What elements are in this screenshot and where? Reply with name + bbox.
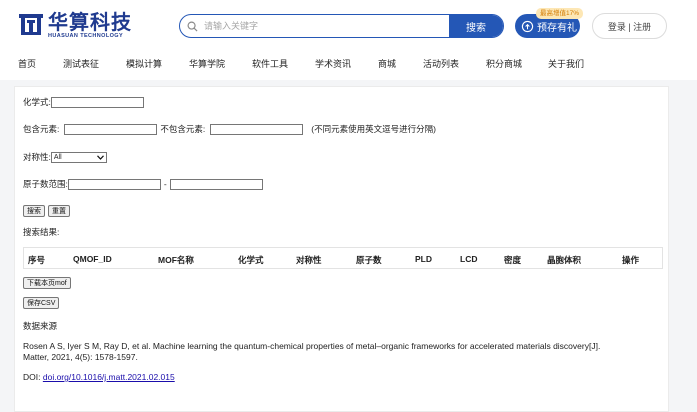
col-header-cell-volume: 晶胞体积 [547,255,582,265]
col-header-mof-name: MOF名称 [158,255,194,265]
search-input[interactable] [204,15,449,37]
results-label: 搜索结果: [23,227,60,237]
elements-row: 包含元素: 不包含元素: (不同元素使用英文逗号进行分隔) [23,123,436,135]
nav-item-points-shop[interactable]: 积分商城 [486,57,522,70]
logo-mark-icon [19,14,43,35]
search-panel: 化学式: 包含元素: 不包含元素: (不同元素使用英文逗号进行分隔) 对称性: … [14,86,669,412]
nav-item-software[interactable]: 软件工具 [252,57,288,70]
formula-row: 化学式: [23,96,144,108]
search-icon [180,15,204,37]
col-header-lcd: LCD [460,254,478,264]
download-page-mof-button[interactable]: 下载本页mof [23,277,71,289]
promo-badge: 最高增值17% [536,8,584,19]
doi-row: DOI: doi.org/10.1016/j.matt.2021.02.015 [23,372,175,383]
col-header-symmetry: 对称性 [296,255,322,265]
nav-item-simulation[interactable]: 模拟计算 [126,57,162,70]
search-bar: 搜索 [179,14,504,38]
form-actions: 搜索 重置 [23,205,70,217]
col-header-pld: PLD [415,254,432,264]
col-header-actions: 操作 [622,255,640,265]
main-nav: 首页 测试表征 模拟计算 华算学院 软件工具 学术资讯 商城 活动列表 积分商城… [0,54,697,74]
nav-item-academy[interactable]: 华算学院 [189,57,225,70]
symmetry-row: 对称性: All [23,151,107,163]
include-elements-input[interactable] [64,123,158,135]
formula-input[interactable] [50,96,144,108]
atom-max-input[interactable] [169,178,263,190]
search-button[interactable]: 搜索 [449,15,503,37]
formula-label: 化学式: [23,97,51,107]
nav-item-about[interactable]: 关于我们 [548,57,584,70]
col-header-qmof-id: QMOF_ID [73,254,112,264]
symmetry-selected-value: All [53,153,62,161]
atom-range-label: 原子数范围: [23,179,68,189]
chevron-down-icon [96,154,104,160]
download-row: 下载本页mof [23,277,71,289]
doi-label: DOI: [23,372,41,382]
element-separator-hint: (不同元素使用英文逗号进行分隔) [311,124,436,134]
atom-range-row: 原子数范围: - [23,178,263,190]
logo-text-en: HUASUAN TECHNOLOGY [48,33,124,39]
nav-item-news[interactable]: 学术资讯 [315,57,351,70]
col-header-density: 密度 [504,255,522,265]
citation-line-2: Matter, 2021, 4(5): 1578-1597. [23,352,138,362]
nav-item-events[interactable]: 活动列表 [423,57,459,70]
col-header-index: 序号 [28,255,46,265]
results-table-header: 序号 QMOF_ID MOF名称 化学式 对称性 原子数 PLD LCD 密度 … [23,247,663,269]
exclude-elements-input[interactable] [210,123,304,135]
doi-link[interactable]: doi.org/10.1016/j.matt.2021.02.015 [43,372,175,382]
save-csv-button[interactable]: 保存CSV [23,297,60,309]
col-header-atom-count: 原子数 [356,255,382,265]
data-source-title: 数据来源 [23,321,58,331]
col-header-formula: 化学式 [238,255,264,265]
reset-button[interactable]: 重置 [48,205,70,217]
top-header: 华算科技 HUASUAN TECHNOLOGY 搜索 预存有礼 最高增值17% … [0,0,697,80]
search-submit-button[interactable]: 搜索 [23,205,45,217]
prepay-gift-label: 预存有礼 [537,22,577,34]
nav-item-shop[interactable]: 商城 [378,57,396,70]
symmetry-select[interactable]: All [50,151,107,163]
login-register-button[interactable]: 登录 | 注册 [592,13,667,39]
logo-text-cn: 华算科技 [48,10,132,34]
exclude-elements-label: 不包含元素: [160,124,206,134]
nav-item-testing[interactable]: 测试表征 [63,57,99,70]
save-row: 保存CSV [23,297,60,309]
atom-min-input[interactable] [67,178,161,190]
include-elements-label: 包含元素: [23,124,60,134]
nav-item-home[interactable]: 首页 [18,57,36,70]
range-separator: - [163,179,167,189]
logo[interactable]: 华算科技 HUASUAN TECHNOLOGY [18,12,132,40]
refresh-coin-icon [521,20,534,32]
symmetry-label: 对称性: [23,152,51,162]
citation-line-1: Rosen A S, Iyer S M, Ray D, et al. Machi… [23,341,601,351]
